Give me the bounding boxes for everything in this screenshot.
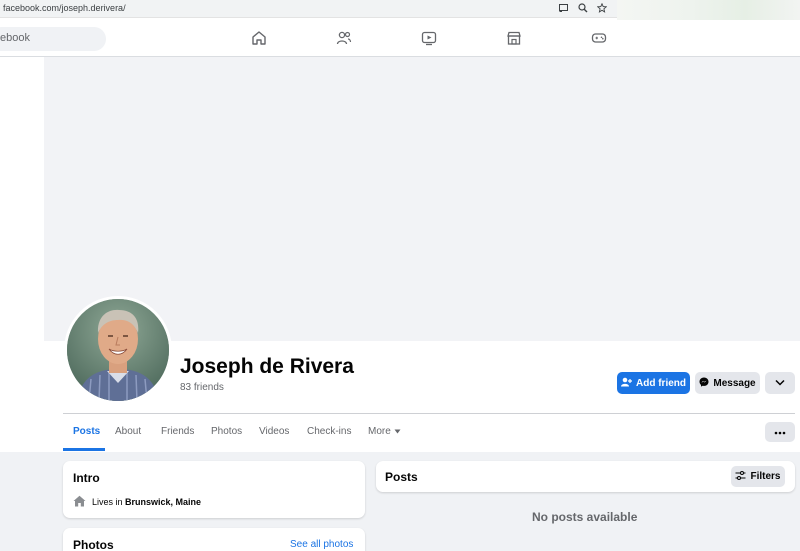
friends-count[interactable]: 83 friends bbox=[180, 382, 224, 393]
cast-icon[interactable] bbox=[558, 2, 569, 13]
caret-down-icon bbox=[394, 426, 401, 437]
filters-label: Filters bbox=[750, 471, 781, 482]
watch-icon[interactable] bbox=[420, 29, 438, 47]
gaming-icon[interactable] bbox=[590, 29, 608, 47]
photos-card: Photos See all photos bbox=[63, 528, 365, 551]
add-friend-button[interactable]: Add friend bbox=[617, 372, 690, 394]
filters-icon bbox=[735, 470, 746, 483]
top-navigation: ebook bbox=[0, 20, 800, 57]
photos-title: Photos bbox=[73, 538, 114, 551]
more-options-dropdown-button[interactable] bbox=[765, 372, 795, 394]
intro-lives-in: Lives in Brunswick, Maine bbox=[73, 495, 201, 509]
profile-picture[interactable] bbox=[64, 296, 172, 404]
message-label: Message bbox=[713, 377, 756, 389]
chevron-down-icon bbox=[775, 378, 785, 389]
house-icon bbox=[73, 495, 86, 509]
profile-menu-button[interactable] bbox=[765, 422, 795, 442]
friends-icon[interactable] bbox=[335, 29, 353, 47]
intro-title: Intro bbox=[73, 471, 100, 485]
tab-more-label: More bbox=[368, 426, 391, 437]
lives-in-prefix: Lives in bbox=[92, 497, 126, 507]
cover-photo bbox=[44, 57, 800, 341]
message-button[interactable]: Message bbox=[695, 372, 760, 394]
lives-in-place[interactable]: Brunswick, Maine bbox=[125, 497, 201, 507]
search-placeholder: ebook bbox=[0, 32, 30, 44]
posts-header-card: Posts Filters bbox=[376, 461, 795, 492]
tab-posts[interactable]: Posts bbox=[73, 426, 100, 437]
profile-name: Joseph de Rivera bbox=[180, 355, 354, 378]
bookmark-star-icon[interactable] bbox=[596, 2, 607, 13]
blurred-extension-area bbox=[617, 0, 800, 20]
no-posts-message: No posts available bbox=[532, 510, 638, 524]
add-friend-icon bbox=[621, 377, 632, 390]
add-friend-label: Add friend bbox=[636, 377, 686, 389]
url-text[interactable]: facebook.com/joseph.derivera/ bbox=[3, 3, 126, 13]
browser-address-bar[interactable]: facebook.com/joseph.derivera/ bbox=[0, 0, 617, 18]
marketplace-icon[interactable] bbox=[505, 29, 523, 47]
tab-about[interactable]: About bbox=[115, 426, 141, 437]
active-tab-indicator bbox=[63, 448, 105, 451]
tab-friends[interactable]: Friends bbox=[161, 426, 194, 437]
search-input[interactable]: ebook bbox=[0, 27, 106, 51]
posts-title: Posts bbox=[385, 470, 418, 484]
more-dots-icon bbox=[774, 427, 786, 438]
home-icon[interactable] bbox=[250, 29, 268, 47]
tab-videos[interactable]: Videos bbox=[259, 426, 289, 437]
zoom-icon[interactable] bbox=[577, 2, 588, 13]
filters-button[interactable]: Filters bbox=[731, 466, 785, 487]
header-divider bbox=[63, 413, 795, 414]
messenger-icon bbox=[699, 377, 709, 390]
see-all-photos-link[interactable]: See all photos bbox=[290, 539, 353, 550]
tab-more[interactable]: More bbox=[368, 426, 401, 437]
intro-card: Intro Lives in Brunswick, Maine bbox=[63, 461, 365, 518]
tab-check-ins[interactable]: Check-ins bbox=[307, 426, 351, 437]
tab-photos[interactable]: Photos bbox=[211, 426, 242, 437]
